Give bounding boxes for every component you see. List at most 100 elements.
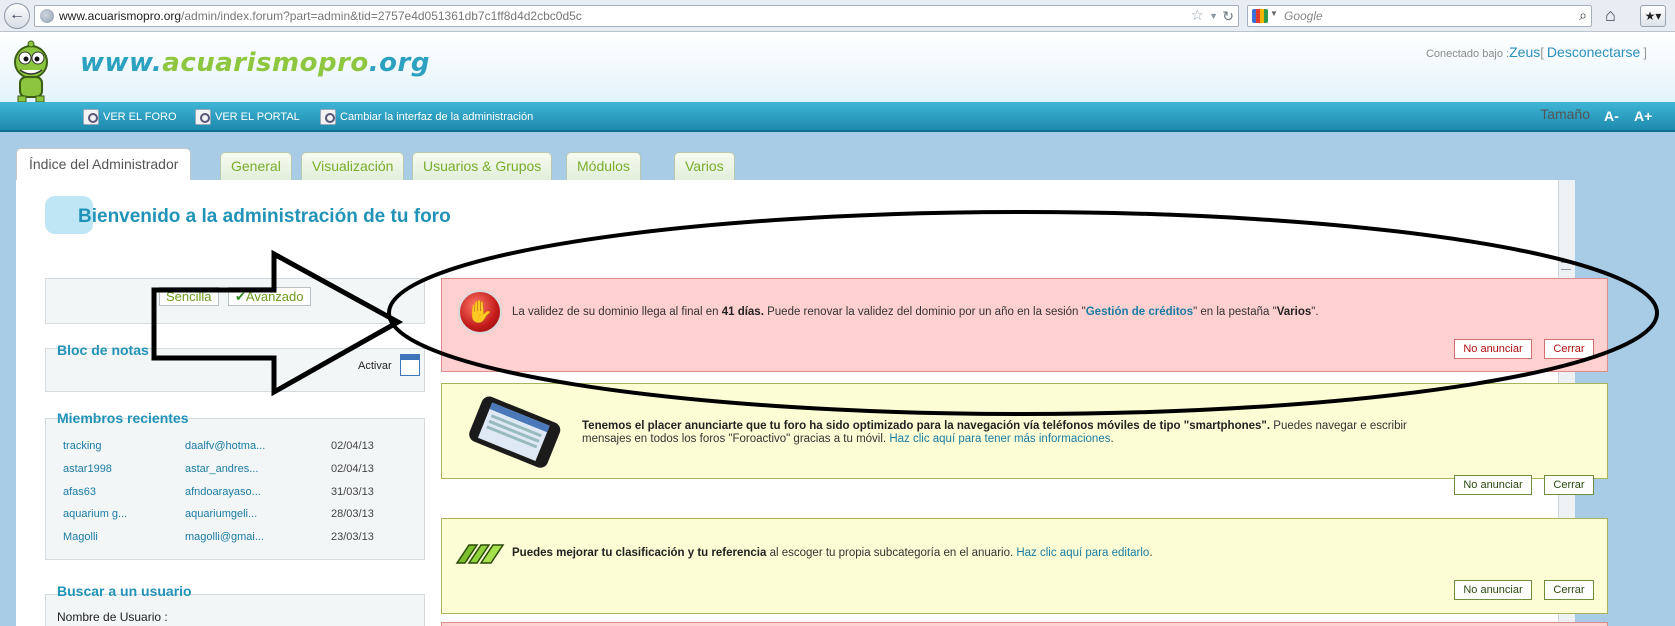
bracket-open: [ <box>1540 45 1544 60</box>
smartphone-text-mid: Puedes navegar e escribir <box>1270 420 1407 432</box>
ranking-edit-link[interactable]: Haz clic aquí para editarlo <box>1016 547 1149 559</box>
connected-label: Conectado bajo : <box>1425 48 1510 60</box>
mode-switch-panel: Sencilla ✔Avanzado <box>45 278 425 324</box>
ranking-notice-text: Puedes mejorar tu clasificación y tu ref… <box>512 547 1153 559</box>
member-name-link[interactable]: Magolli <box>63 531 98 543</box>
home-icon[interactable]: ⌂ <box>1605 5 1616 26</box>
browser-search-input[interactable]: ▼ Google ⌕ <box>1247 5 1592 27</box>
logout-link[interactable]: Desconectarse <box>1547 44 1640 60</box>
dismiss-button[interactable]: No anunciar <box>1454 580 1532 600</box>
next-notice-edge <box>441 622 1608 626</box>
url-dropdown-icon[interactable]: ▼ <box>1209 6 1218 26</box>
view-portal-label: VER EL PORTAL <box>215 111 300 123</box>
font-increase-icon[interactable]: A+ <box>1634 108 1652 126</box>
member-date: 23/03/13 <box>331 531 374 543</box>
username-link[interactable]: Zeus <box>1509 44 1540 60</box>
member-name-link[interactable]: tracking <box>63 440 102 452</box>
alert-text-mid: Puede renovar la validez del dominio por… <box>763 306 1086 318</box>
reload-icon[interactable]: ↻ <box>1222 6 1234 26</box>
member-email-link[interactable]: daalfv@hotma... <box>185 440 265 452</box>
member-row: afas63 afndoarayaso... 31/03/13 <box>63 486 393 504</box>
computer-icon <box>320 109 336 126</box>
change-interface-label: Cambiar la interfaz de la administración <box>340 111 534 123</box>
browser-toolbar: ← www.acuarismopro.org/admin/index.forum… <box>0 0 1675 32</box>
site-identity-icon[interactable] <box>40 9 54 23</box>
domain-expiry-text: La validez de su dominio llega al final … <box>512 306 1319 318</box>
back-arrow-icon[interactable]: ← <box>4 3 30 29</box>
domain-expiry-alert <box>441 278 1608 372</box>
mascot-logo <box>14 40 48 103</box>
check-icon: ✔ <box>235 289 246 304</box>
member-email-link[interactable]: afndoarayaso... <box>185 486 261 498</box>
ranking-text-end: . <box>1149 547 1153 559</box>
tab-general[interactable]: General <box>220 152 292 180</box>
member-row: tracking daalfv@hotma... 02/04/13 <box>63 440 393 458</box>
view-forum-link[interactable]: VER EL FORO <box>83 107 177 127</box>
member-name-link[interactable]: afas63 <box>63 486 96 498</box>
calendar-icon[interactable] <box>400 354 420 376</box>
member-row: astar1998 astar_andres... 02/04/13 <box>63 463 393 481</box>
close-button[interactable]: Cerrar <box>1544 475 1594 495</box>
smartphone-notice-line2: mensajes en todos los foros "Foroactivo"… <box>582 433 1114 445</box>
url-host: www.acuarismopro.org <box>59 9 182 23</box>
dismiss-button[interactable]: No anunciar <box>1454 339 1532 359</box>
smartphone-text-line2: mensajes en todos los foros "Foroactivo"… <box>582 433 890 445</box>
notes-title: Bloc de notas <box>57 342 149 358</box>
member-email-link[interactable]: astar_andres... <box>185 463 258 475</box>
alert-text-mid2: " en la pestaña " <box>1193 306 1277 318</box>
bookmarks-menu-icon[interactable]: ★▾ <box>1640 5 1666 27</box>
tab-visualizacion[interactable]: Visualización <box>301 152 405 180</box>
credits-link[interactable]: Gestión de créditos <box>1086 306 1193 318</box>
font-size-label: Tamaño <box>1540 106 1590 122</box>
tab-usuarios-grupos[interactable]: Usuarios & Grupos <box>412 152 553 180</box>
green-arrows-icon <box>455 544 505 564</box>
simple-mode-button[interactable]: Sencilla <box>159 287 219 306</box>
site-title-mid: acuarismopro <box>162 48 369 78</box>
engine-dropdown-icon[interactable]: ▼ <box>1270 9 1278 18</box>
view-portal-link[interactable]: VER EL PORTAL <box>195 107 300 127</box>
close-button[interactable]: Cerrar <box>1544 580 1594 600</box>
alert-text-pre: La validez de su dominio llega al final … <box>512 306 722 318</box>
member-row: Magolli magolli@gmai... 23/03/13 <box>63 531 393 549</box>
alert-text-end: ". <box>1311 306 1319 318</box>
search-placeholder: Google <box>1284 9 1323 23</box>
site-title-suffix: .org <box>368 48 430 78</box>
member-email-link[interactable]: magolli@gmai... <box>185 531 264 543</box>
activate-notes-label[interactable]: Activar <box>358 360 392 372</box>
stop-hand-icon: ✋ <box>458 290 502 334</box>
ranking-text-mid: al escoger tu propia subcategoría en el … <box>766 547 1017 559</box>
page-title: Bienvenido a la administración de tu for… <box>78 206 451 227</box>
font-decrease-icon[interactable]: A- <box>1604 108 1622 126</box>
scrollbar-grip[interactable] <box>1561 262 1571 270</box>
advanced-mode-button[interactable]: ✔Avanzado <box>228 287 311 306</box>
member-name-link[interactable]: aquarium g... <box>63 508 127 520</box>
member-date: 02/04/13 <box>331 440 374 452</box>
tab-varios[interactable]: Varios <box>674 152 735 180</box>
google-engine-icon[interactable] <box>1252 9 1268 23</box>
smartphone-text-end: . <box>1110 433 1114 445</box>
smartphone-info-link[interactable]: Haz clic aquí para tener más informacion… <box>889 433 1110 445</box>
change-interface-link[interactable]: Cambiar la interfaz de la administración <box>320 107 533 127</box>
close-button[interactable]: Cerrar <box>1544 339 1594 359</box>
smartphone-bold-text: Tenemos el placer anunciarte que tu foro… <box>582 420 1271 432</box>
magnifier-icon <box>195 109 211 126</box>
advanced-mode-label: Avanzado <box>245 289 304 304</box>
member-date: 28/03/13 <box>331 508 374 520</box>
view-forum-label: VER EL FORO <box>103 111 177 123</box>
admin-toolbar: VER EL FORO VER EL PORTAL Cambiar la int… <box>0 102 1675 132</box>
site-title[interactable]: www.acuarismopro.org <box>80 48 430 78</box>
dismiss-button[interactable]: No anunciar <box>1454 475 1532 495</box>
connection-status: Conectado bajo :Zeus[ Desconectarse ] <box>1426 44 1647 60</box>
tab-admin-index[interactable]: Índice del Administrador <box>16 148 192 180</box>
ranking-notice <box>441 518 1608 614</box>
member-email-link[interactable]: aquariumgeli... <box>185 508 257 520</box>
search-icon[interactable]: ⌕ <box>1579 7 1587 24</box>
alert-days: 41 días. <box>721 306 764 318</box>
smartphone-notice-line1: Tenemos el placer anunciarte que tu foro… <box>582 420 1407 432</box>
member-name-link[interactable]: astar1998 <box>63 463 112 475</box>
username-field-label: Nombre de Usuario : <box>57 610 168 624</box>
address-bar[interactable]: www.acuarismopro.org/admin/index.forum?p… <box>34 5 1239 27</box>
bookmark-star-icon[interactable]: ☆ <box>1191 6 1204 26</box>
tab-modulos[interactable]: Módulos <box>566 152 641 180</box>
magnifier-icon <box>83 109 99 126</box>
